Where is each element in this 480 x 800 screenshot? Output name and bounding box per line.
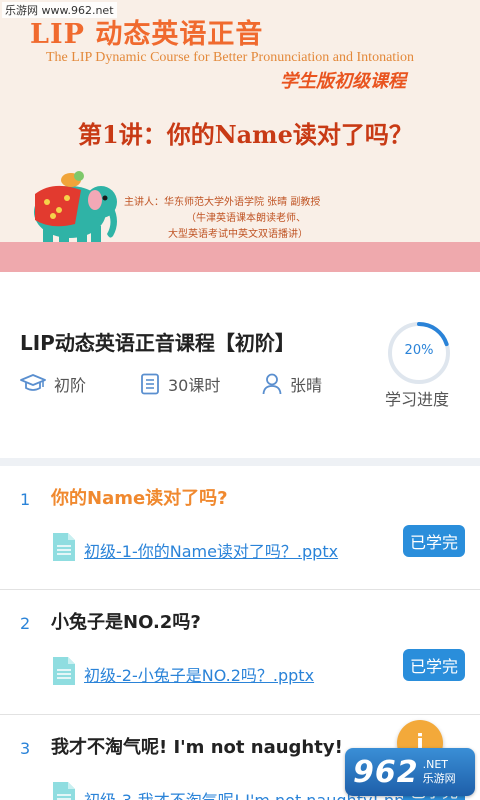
graduation-cap-icon xyxy=(20,374,46,391)
course-teacher-label: 张晴 xyxy=(290,376,323,395)
document-file-icon xyxy=(53,533,75,561)
document-file-icon xyxy=(53,657,75,685)
banner-teacher-line: 主讲人：华东师范大学外语学院 张晴 副教授 xyxy=(124,197,321,208)
completed-button[interactable]: 已学完 xyxy=(403,649,465,681)
lesson-number: 1 xyxy=(20,490,31,509)
banner-lecture-title: 第1讲：你的Name读对了吗？ xyxy=(78,120,413,149)
person-icon xyxy=(262,373,282,395)
course-hours-label: 30课时 xyxy=(168,376,221,395)
logo-cn: 乐游网 xyxy=(422,772,456,785)
course-info-panel: LIP动态英语正音课程【初阶】 初阶 30课时 张晴 20% 学习进度 xyxy=(0,272,480,458)
lesson-file-link[interactable]: 初级-2-小兔子是NO.2吗？.pptx xyxy=(84,662,314,686)
lesson-number: 3 xyxy=(20,739,31,758)
elephant-illustration xyxy=(34,171,117,248)
logo-text: .NET 乐游网 xyxy=(423,758,456,786)
banner-footer-bar xyxy=(0,242,480,272)
banner-subtitle: The LIP Dynamic Course for Better Pronun… xyxy=(46,50,415,65)
document-file-icon xyxy=(53,782,75,800)
completed-button[interactable]: 已学完 xyxy=(403,525,465,557)
lesson-item[interactable]: 2 小兔子是NO.2吗? 初级-2-小兔子是NO.2吗？.pptx 已学完 xyxy=(0,590,480,715)
logo-number: 962 xyxy=(353,754,419,790)
course-banner-image: LIP 动态英语正音 The LIP Dynamic Course for Be… xyxy=(0,0,480,272)
lesson-title[interactable]: 小兔子是NO.2吗? xyxy=(51,608,201,634)
list-document-icon xyxy=(141,373,159,395)
progress-percent: 20% xyxy=(404,343,434,358)
course-hours: 30课时 xyxy=(140,372,220,396)
lesson-item[interactable]: 1 你的Name读对了吗? 初级-1-你的Name读对了吗？.pptx 已学完 xyxy=(0,466,480,590)
banner-teacher-line: 大型英语考试中英文双语播讲） xyxy=(168,229,308,240)
course-level-label: 初阶 xyxy=(54,376,87,395)
lesson-title[interactable]: 你的Name读对了吗? xyxy=(51,484,228,510)
site-watermark: 乐游网 www.962.net xyxy=(2,2,117,18)
course-teacher: 张晴 xyxy=(262,372,322,396)
course-title: LIP动态英语正音课程【初阶】 xyxy=(20,331,295,355)
logo-net: .NET xyxy=(422,758,449,771)
banner-teacher-line: （牛津英语课本朗读老师、 xyxy=(186,213,306,224)
lesson-title[interactable]: 我才不淘气呢! I'm not naughty! xyxy=(51,733,343,759)
lesson-file-link[interactable]: 初级-1-你的Name读对了吗？.pptx xyxy=(84,538,338,562)
banner-level: 学生版初级课程 xyxy=(280,71,406,92)
course-level: 初阶 xyxy=(20,372,86,396)
progress-label: 学习进度 xyxy=(385,390,450,409)
section-divider xyxy=(0,458,480,466)
lesson-number: 2 xyxy=(20,614,31,633)
site-logo-watermark: 962 .NET 乐游网 xyxy=(345,748,475,796)
